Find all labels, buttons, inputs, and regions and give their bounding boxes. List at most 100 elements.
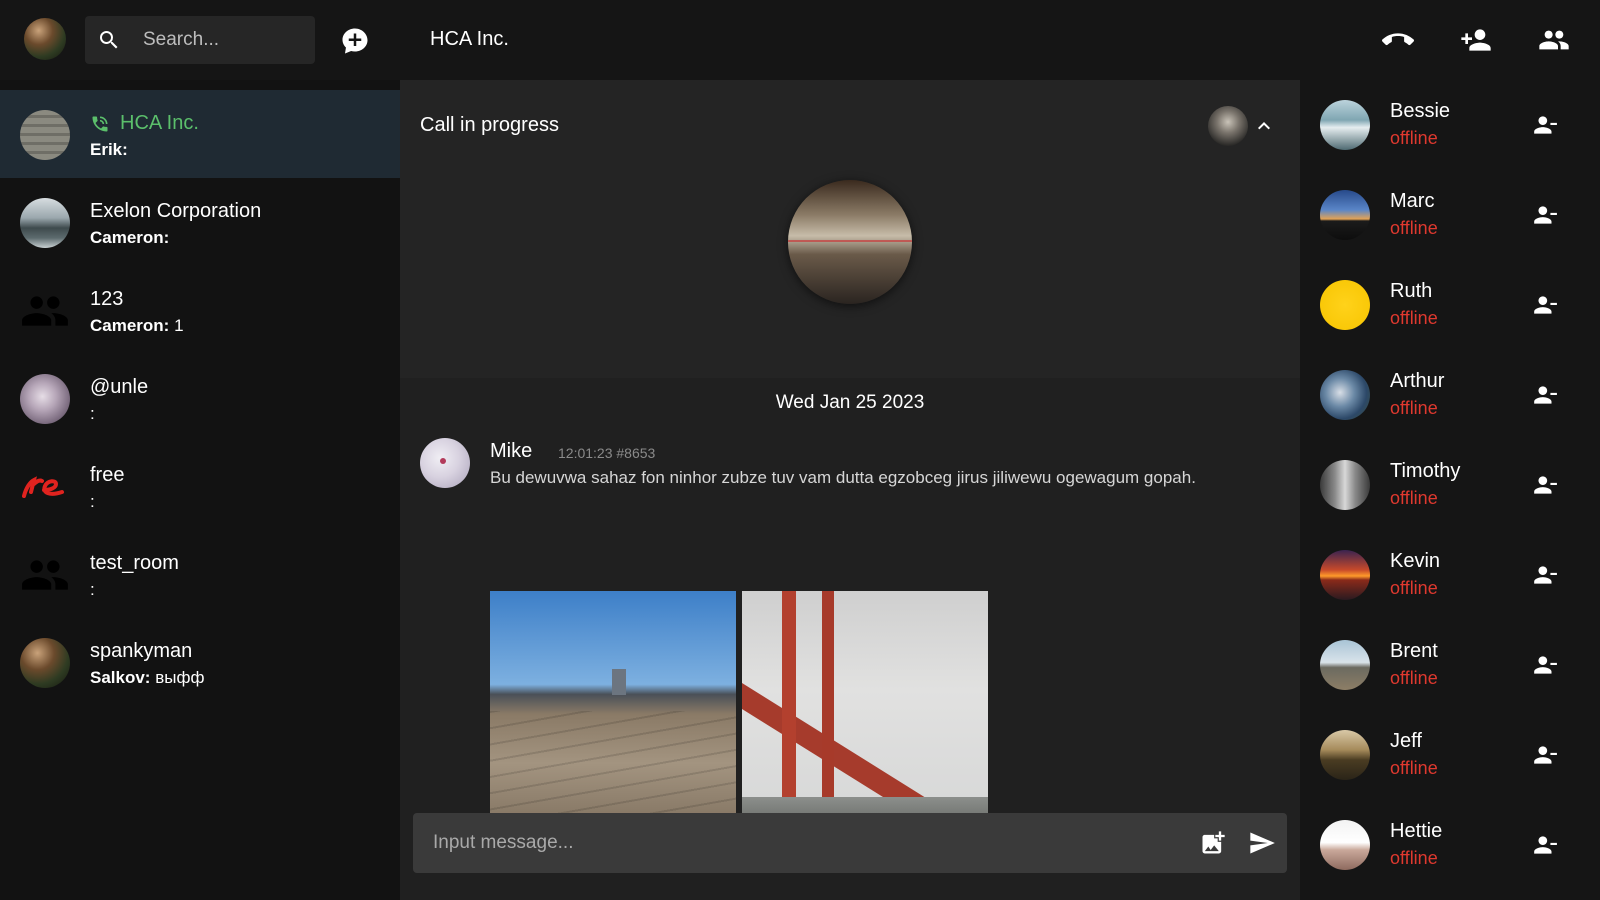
search-icon xyxy=(97,28,121,52)
add-image-icon[interactable] xyxy=(1199,829,1227,857)
room-preview: Cameron: xyxy=(90,228,169,248)
call-status-label: Call in progress xyxy=(420,114,559,136)
message-author[interactable]: Mike xyxy=(490,440,532,463)
date-separator: Wed Jan 25 2023 xyxy=(775,392,925,413)
room-item-free[interactable]: free : xyxy=(0,442,400,530)
chat-main: Call in progress Wed Jan 25 2023 Mike 12… xyxy=(400,80,1300,900)
room-name: spankyman xyxy=(90,640,193,662)
members-icon[interactable] xyxy=(1538,24,1570,56)
room-name: free xyxy=(90,464,125,486)
preview-sender: Cameron: xyxy=(90,228,170,247)
phone-in-call-icon xyxy=(90,114,110,134)
remove-member-icon[interactable] xyxy=(1530,742,1560,768)
room-preview: : xyxy=(90,404,95,424)
remove-member-icon[interactable] xyxy=(1530,562,1560,588)
member-item[interactable]: Arthur offline xyxy=(1300,350,1600,440)
message-composer xyxy=(413,813,1287,873)
chevron-up-icon[interactable] xyxy=(1252,114,1276,138)
preview-text: : xyxy=(90,580,95,599)
message-image-pier[interactable] xyxy=(490,591,736,837)
search-box[interactable] xyxy=(85,16,315,64)
remove-member-icon[interactable] xyxy=(1530,292,1560,318)
member-name: Jeff xyxy=(1390,730,1422,752)
room-actions xyxy=(1382,24,1570,56)
preview-sender: Salkov: xyxy=(90,668,151,687)
search-input[interactable] xyxy=(143,26,303,54)
member-status: offline xyxy=(1390,758,1438,778)
room-name: Exelon Corporation xyxy=(90,200,262,222)
member-item[interactable]: Hettie offline xyxy=(1300,800,1600,890)
member-item[interactable]: Jeff offline xyxy=(1300,710,1600,800)
remove-member-icon[interactable] xyxy=(1530,472,1560,498)
preview-text: выфф xyxy=(150,668,205,687)
room-preview: Cameron: 1 xyxy=(90,316,184,336)
room-preview: Salkov: выфф xyxy=(90,668,204,688)
preview-text: : xyxy=(90,492,95,511)
remove-member-icon[interactable] xyxy=(1530,382,1560,408)
send-icon[interactable] xyxy=(1247,829,1277,857)
group-icon xyxy=(20,550,70,600)
member-avatar xyxy=(1320,100,1370,150)
hangup-call-icon[interactable] xyxy=(1382,24,1414,56)
call-panel: Call in progress xyxy=(400,80,1300,378)
room-item-test-room[interactable]: test_room : xyxy=(0,530,400,618)
member-item[interactable]: Bessie offline xyxy=(1300,80,1600,170)
room-preview: : xyxy=(90,580,95,600)
room-preview: : xyxy=(90,492,95,512)
room-item-123[interactable]: 123 Cameron: 1 xyxy=(0,266,400,354)
remove-member-icon[interactable] xyxy=(1530,652,1560,678)
member-item[interactable]: Ruth offline xyxy=(1300,260,1600,350)
message-avatar[interactable] xyxy=(420,438,470,488)
room-name: test_room xyxy=(90,552,179,574)
member-item[interactable]: Timothy offline xyxy=(1300,440,1600,530)
group-icon xyxy=(20,286,70,336)
message-image-bridge[interactable] xyxy=(742,591,988,837)
message-meta: 12:01:23 #8653 xyxy=(558,445,656,461)
room-title: HCA Inc. xyxy=(430,28,509,50)
preview-sender: Erik: xyxy=(90,140,128,159)
member-avatar xyxy=(1320,190,1370,240)
room-list: HCA Inc. Erik: Exelon Corporation Camero… xyxy=(0,80,400,900)
top-bar: HCA Inc. xyxy=(0,0,1600,80)
add-member-icon[interactable] xyxy=(1460,24,1492,56)
room-name: @unle xyxy=(90,376,149,398)
call-participant-avatar xyxy=(1208,106,1248,146)
member-avatar xyxy=(1320,730,1370,780)
free-logo xyxy=(20,462,70,512)
preview-sender: Cameron: xyxy=(90,316,170,335)
room-item-hca-inc[interactable]: HCA Inc. Erik: xyxy=(0,90,400,178)
remove-member-icon[interactable] xyxy=(1530,202,1560,228)
member-item[interactable]: Kevin offline xyxy=(1300,530,1600,620)
member-name: Marc xyxy=(1390,190,1435,212)
member-item[interactable]: Marc offline xyxy=(1300,170,1600,260)
message-body: Bu dewuvwa sahaz fon ninhor zubze tuv va… xyxy=(490,468,1196,487)
member-name: Timothy xyxy=(1390,460,1461,482)
member-item[interactable]: Brent offline xyxy=(1300,620,1600,710)
room-item-spankyman[interactable]: spankyman Salkov: выфф xyxy=(0,618,400,706)
member-status: offline xyxy=(1390,668,1438,688)
remove-member-icon[interactable] xyxy=(1530,112,1560,138)
member-avatar xyxy=(1320,370,1370,420)
member-status: offline xyxy=(1390,308,1438,328)
room-avatar xyxy=(20,374,70,424)
member-name: Kevin xyxy=(1390,550,1441,572)
user-avatar[interactable] xyxy=(24,18,66,60)
member-status: offline xyxy=(1390,578,1438,598)
member-name: Brent xyxy=(1390,640,1438,662)
remove-member-icon[interactable] xyxy=(1530,832,1560,858)
new-chat-icon[interactable] xyxy=(340,26,370,56)
room-avatar xyxy=(20,110,70,160)
preview-text: : xyxy=(90,404,95,423)
member-name: Hettie xyxy=(1390,820,1443,842)
member-status: offline xyxy=(1390,398,1438,418)
member-avatar xyxy=(1320,820,1370,870)
member-status: offline xyxy=(1390,488,1438,508)
message-input[interactable] xyxy=(433,829,1153,857)
call-room-avatar xyxy=(788,180,912,304)
room-name: 123 xyxy=(90,288,124,310)
member-avatar xyxy=(1320,280,1370,330)
room-item-unle[interactable]: @unle : xyxy=(0,354,400,442)
member-avatar xyxy=(1320,550,1370,600)
preview-text: 1 xyxy=(169,316,184,335)
room-item-exelon[interactable]: Exelon Corporation Cameron: xyxy=(0,178,400,266)
